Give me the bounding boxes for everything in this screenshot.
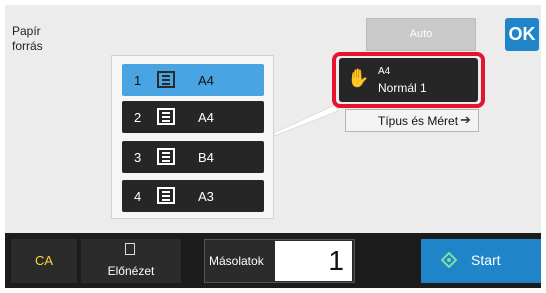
preview-label: Előnézet xyxy=(107,264,155,278)
tray-2-button[interactable]: 2 A4 xyxy=(122,101,264,133)
start-button[interactable]: Start xyxy=(421,239,541,283)
tray-number: 3 xyxy=(134,150,142,165)
tray-paper-icon xyxy=(157,108,175,125)
tray-number: 2 xyxy=(134,110,142,125)
tray-4-button[interactable]: 4 A3 xyxy=(122,180,264,212)
tray-1-button[interactable]: 1 A4 xyxy=(122,64,264,96)
bypass-paper-type: Normál 1 xyxy=(378,81,427,95)
bypass-tray-icon: ✋ xyxy=(347,68,370,88)
arrow-right-icon: ➔ xyxy=(460,112,471,127)
tray-paper-size: A4 xyxy=(198,73,214,88)
bottom-bar: CA Előnézet Másolatok 1 Start xyxy=(5,233,541,288)
tray-number: 1 xyxy=(134,73,142,88)
bypass-paper-size: A4 xyxy=(378,66,391,77)
tray-paper-size: B4 xyxy=(198,150,214,165)
type-and-size-button[interactable]: Típus és Méret ➔ xyxy=(345,109,479,132)
copies-input[interactable]: 1 xyxy=(275,241,352,281)
bypass-tray-button[interactable]: ✋ A4 Normál 1 xyxy=(339,58,478,102)
tray-paper-icon xyxy=(157,148,175,165)
tray-3-button[interactable]: 3 B4 xyxy=(122,141,264,173)
tray-paper-size: A3 xyxy=(198,189,214,204)
start-label: Start xyxy=(471,252,501,268)
tray-paper-icon xyxy=(157,187,175,204)
preview-icon xyxy=(125,243,135,255)
tray-paper-icon xyxy=(157,71,175,88)
preview-button[interactable]: Előnézet xyxy=(81,239,181,283)
copier-screen: Papír forrás Auto OK 1 A4 2 A4 3 B4 4 A3 xyxy=(5,5,541,288)
start-icon xyxy=(441,252,457,268)
copies-label: Másolatok xyxy=(209,254,264,268)
tray-paper-size: A4 xyxy=(198,110,214,125)
type-and-size-label: Típus és Méret xyxy=(378,114,459,128)
tray-number: 4 xyxy=(134,189,142,204)
paper-source-panel: Papír forrás Auto OK 1 A4 2 A4 3 B4 4 A3 xyxy=(5,5,541,233)
copies-box: Másolatok 1 xyxy=(204,239,355,283)
ca-button[interactable]: CA xyxy=(11,239,77,283)
